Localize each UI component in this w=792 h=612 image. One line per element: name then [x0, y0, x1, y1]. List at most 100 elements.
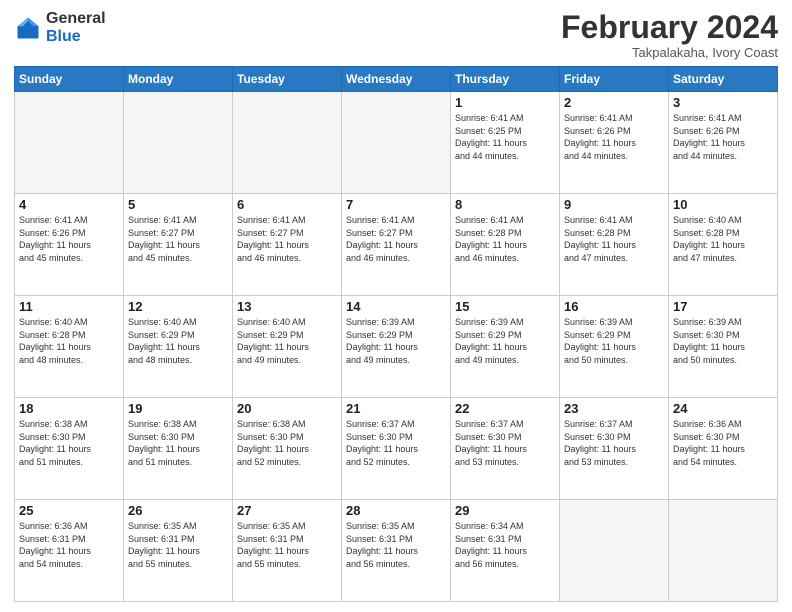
day-number: 13: [237, 299, 337, 314]
day-number: 17: [673, 299, 773, 314]
day-info: Sunrise: 6:39 AM Sunset: 6:29 PM Dayligh…: [346, 316, 446, 366]
day-info: Sunrise: 6:35 AM Sunset: 6:31 PM Dayligh…: [128, 520, 228, 570]
header: General Blue February 2024 Takpalakaha, …: [14, 10, 778, 60]
week-row-0: 1 Sunrise: 6:41 AM Sunset: 6:25 PM Daylig…: [15, 92, 778, 194]
day-number: 18: [19, 401, 119, 416]
weekday-header-friday: Friday: [560, 67, 669, 92]
day-info: Sunrise: 6:38 AM Sunset: 6:30 PM Dayligh…: [19, 418, 119, 468]
day-info: Sunrise: 6:37 AM Sunset: 6:30 PM Dayligh…: [346, 418, 446, 468]
calendar-cell: 28 Sunrise: 6:35 AM Sunset: 6:31 PM Dayli…: [342, 500, 451, 602]
day-number: 25: [19, 503, 119, 518]
calendar-cell: 1 Sunrise: 6:41 AM Sunset: 6:25 PM Daylig…: [451, 92, 560, 194]
calendar-cell: 29 Sunrise: 6:34 AM Sunset: 6:31 PM Dayli…: [451, 500, 560, 602]
day-number: 28: [346, 503, 446, 518]
day-info: Sunrise: 6:41 AM Sunset: 6:26 PM Dayligh…: [19, 214, 119, 264]
day-number: 8: [455, 197, 555, 212]
day-info: Sunrise: 6:40 AM Sunset: 6:29 PM Dayligh…: [237, 316, 337, 366]
calendar-cell: [669, 500, 778, 602]
calendar-cell: 20 Sunrise: 6:38 AM Sunset: 6:30 PM Dayli…: [233, 398, 342, 500]
title-block: February 2024 Takpalakaha, Ivory Coast: [561, 10, 778, 60]
calendar-cell: 26 Sunrise: 6:35 AM Sunset: 6:31 PM Dayli…: [124, 500, 233, 602]
weekday-header-thursday: Thursday: [451, 67, 560, 92]
day-number: 1: [455, 95, 555, 110]
calendar-cell: 15 Sunrise: 6:39 AM Sunset: 6:29 PM Dayli…: [451, 296, 560, 398]
day-info: Sunrise: 6:41 AM Sunset: 6:28 PM Dayligh…: [455, 214, 555, 264]
logo-text: General Blue: [46, 10, 106, 45]
calendar-cell: 6 Sunrise: 6:41 AM Sunset: 6:27 PM Daylig…: [233, 194, 342, 296]
day-number: 4: [19, 197, 119, 212]
day-number: 10: [673, 197, 773, 212]
day-info: Sunrise: 6:34 AM Sunset: 6:31 PM Dayligh…: [455, 520, 555, 570]
calendar-cell: [233, 92, 342, 194]
day-info: Sunrise: 6:41 AM Sunset: 6:28 PM Dayligh…: [564, 214, 664, 264]
calendar-cell: 7 Sunrise: 6:41 AM Sunset: 6:27 PM Daylig…: [342, 194, 451, 296]
weekday-header-saturday: Saturday: [669, 67, 778, 92]
day-info: Sunrise: 6:41 AM Sunset: 6:27 PM Dayligh…: [128, 214, 228, 264]
calendar-table: SundayMondayTuesdayWednesdayThursdayFrid…: [14, 66, 778, 602]
day-info: Sunrise: 6:40 AM Sunset: 6:28 PM Dayligh…: [19, 316, 119, 366]
calendar-cell: [560, 500, 669, 602]
day-info: Sunrise: 6:40 AM Sunset: 6:28 PM Dayligh…: [673, 214, 773, 264]
calendar-cell: 10 Sunrise: 6:40 AM Sunset: 6:28 PM Dayli…: [669, 194, 778, 296]
calendar-cell: 12Sunrise: 6:40 AM Sunset: 6:29 PM Dayli…: [124, 296, 233, 398]
calendar-cell: 8 Sunrise: 6:41 AM Sunset: 6:28 PM Daylig…: [451, 194, 560, 296]
calendar-cell: 16Sunrise: 6:39 AM Sunset: 6:29 PM Dayli…: [560, 296, 669, 398]
day-number: 24: [673, 401, 773, 416]
day-info: Sunrise: 6:36 AM Sunset: 6:31 PM Dayligh…: [19, 520, 119, 570]
day-info: Sunrise: 6:41 AM Sunset: 6:25 PM Dayligh…: [455, 112, 555, 162]
calendar-cell: 25 Sunrise: 6:36 AM Sunset: 6:31 PM Dayli…: [15, 500, 124, 602]
day-info: Sunrise: 6:40 AM Sunset: 6:29 PM Dayligh…: [128, 316, 228, 366]
main-title: February 2024: [561, 10, 778, 45]
weekday-header-tuesday: Tuesday: [233, 67, 342, 92]
calendar-cell: [342, 92, 451, 194]
calendar-cell: 18 Sunrise: 6:38 AM Sunset: 6:30 PM Dayli…: [15, 398, 124, 500]
weekday-header-sunday: Sunday: [15, 67, 124, 92]
week-row-4: 25 Sunrise: 6:36 AM Sunset: 6:31 PM Dayli…: [15, 500, 778, 602]
day-info: Sunrise: 6:41 AM Sunset: 6:27 PM Dayligh…: [237, 214, 337, 264]
day-info: Sunrise: 6:36 AM Sunset: 6:30 PM Dayligh…: [673, 418, 773, 468]
week-row-3: 18 Sunrise: 6:38 AM Sunset: 6:30 PM Dayli…: [15, 398, 778, 500]
day-number: 7: [346, 197, 446, 212]
day-number: 23: [564, 401, 664, 416]
day-info: Sunrise: 6:41 AM Sunset: 6:26 PM Dayligh…: [564, 112, 664, 162]
calendar-cell: 13 Sunrise: 6:40 AM Sunset: 6:29 PM Dayli…: [233, 296, 342, 398]
day-number: 3: [673, 95, 773, 110]
day-number: 6: [237, 197, 337, 212]
calendar-cell: 11Sunrise: 6:40 AM Sunset: 6:28 PM Dayli…: [15, 296, 124, 398]
day-info: Sunrise: 6:35 AM Sunset: 6:31 PM Dayligh…: [237, 520, 337, 570]
weekday-header-monday: Monday: [124, 67, 233, 92]
day-number: 9: [564, 197, 664, 212]
calendar-cell: [124, 92, 233, 194]
day-number: 5: [128, 197, 228, 212]
day-info: Sunrise: 6:39 AM Sunset: 6:29 PM Dayligh…: [455, 316, 555, 366]
calendar-cell: 21 Sunrise: 6:37 AM Sunset: 6:30 PM Dayli…: [342, 398, 451, 500]
logo: General Blue: [14, 10, 106, 45]
calendar-cell: 17 Sunrise: 6:39 AM Sunset: 6:30 PM Dayli…: [669, 296, 778, 398]
calendar-cell: 2Sunrise: 6:41 AM Sunset: 6:26 PM Daylig…: [560, 92, 669, 194]
day-number: 19: [128, 401, 228, 416]
day-info: Sunrise: 6:35 AM Sunset: 6:31 PM Dayligh…: [346, 520, 446, 570]
week-row-2: 11Sunrise: 6:40 AM Sunset: 6:28 PM Dayli…: [15, 296, 778, 398]
calendar-cell: 14 Sunrise: 6:39 AM Sunset: 6:29 PM Dayli…: [342, 296, 451, 398]
day-number: 21: [346, 401, 446, 416]
calendar-cell: 9 Sunrise: 6:41 AM Sunset: 6:28 PM Daylig…: [560, 194, 669, 296]
day-info: Sunrise: 6:38 AM Sunset: 6:30 PM Dayligh…: [128, 418, 228, 468]
day-number: 20: [237, 401, 337, 416]
day-info: Sunrise: 6:41 AM Sunset: 6:26 PM Dayligh…: [673, 112, 773, 162]
calendar-cell: 24 Sunrise: 6:36 AM Sunset: 6:30 PM Dayli…: [669, 398, 778, 500]
day-info: Sunrise: 6:37 AM Sunset: 6:30 PM Dayligh…: [564, 418, 664, 468]
subtitle: Takpalakaha, Ivory Coast: [561, 45, 778, 60]
weekday-header-row: SundayMondayTuesdayWednesdayThursdayFrid…: [15, 67, 778, 92]
day-number: 26: [128, 503, 228, 518]
day-info: Sunrise: 6:38 AM Sunset: 6:30 PM Dayligh…: [237, 418, 337, 468]
day-number: 15: [455, 299, 555, 314]
logo-icon: [14, 14, 42, 42]
day-number: 14: [346, 299, 446, 314]
day-info: Sunrise: 6:39 AM Sunset: 6:30 PM Dayligh…: [673, 316, 773, 366]
day-number: 29: [455, 503, 555, 518]
calendar-cell: 22Sunrise: 6:37 AM Sunset: 6:30 PM Dayli…: [451, 398, 560, 500]
day-info: Sunrise: 6:41 AM Sunset: 6:27 PM Dayligh…: [346, 214, 446, 264]
calendar-cell: 3 Sunrise: 6:41 AM Sunset: 6:26 PM Daylig…: [669, 92, 778, 194]
calendar-cell: 5 Sunrise: 6:41 AM Sunset: 6:27 PM Daylig…: [124, 194, 233, 296]
day-number: 16: [564, 299, 664, 314]
